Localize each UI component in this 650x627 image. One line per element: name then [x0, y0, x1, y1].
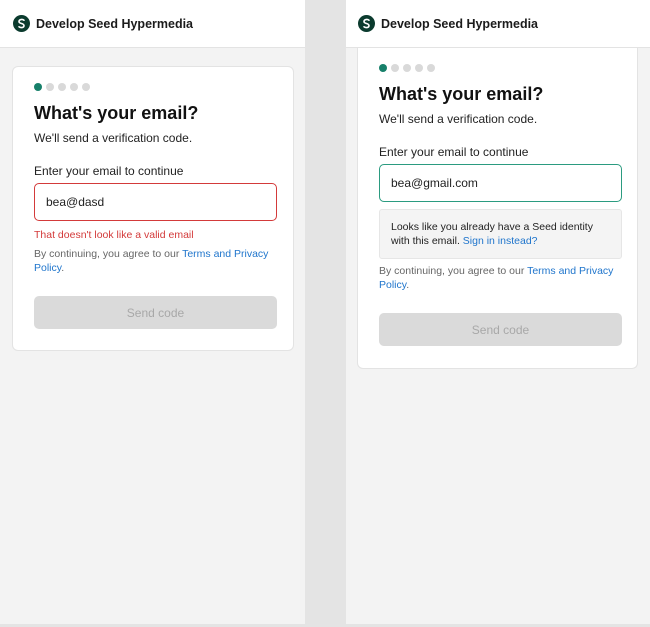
existing-identity-notice: Looks like you already have a Seed ident… [379, 209, 622, 259]
sign-in-link[interactable]: Sign in instead? [463, 235, 538, 247]
app-header: Develop Seed Hypermedia [346, 0, 650, 48]
step-dot [391, 64, 399, 72]
email-field-label: Enter your email to continue [34, 164, 184, 178]
step-dot-active [379, 64, 387, 72]
page-subtitle: We'll send a verification code. [34, 131, 193, 145]
email-input[interactable] [379, 164, 622, 202]
page-subtitle: We'll send a verification code. [379, 112, 538, 126]
terms-suffix: . [406, 279, 410, 291]
step-dot [415, 64, 423, 72]
seed-logo-icon [13, 15, 30, 32]
step-dot [82, 83, 90, 91]
step-dot [58, 83, 66, 91]
step-indicator [379, 64, 435, 72]
step-dot [46, 83, 54, 91]
terms-notice: By continuing, you agree to our Terms an… [34, 247, 274, 275]
step-dot [427, 64, 435, 72]
email-input[interactable] [34, 183, 277, 221]
email-error-message: That doesn't look like a valid email [34, 229, 194, 241]
terms-prefix: By continuing, you agree to our [379, 265, 528, 277]
brand-name: Develop Seed Hypermedia [36, 16, 194, 31]
seed-logo-icon [358, 15, 375, 32]
email-field-label: Enter your email to continue [379, 145, 529, 159]
step-dot-active [34, 83, 42, 91]
signup-panel-existing: Develop Seed Hypermedia What's your emai… [346, 0, 650, 624]
send-code-button[interactable]: Send code [379, 313, 622, 346]
email-card: What's your email? We'll send a verifica… [357, 48, 638, 369]
send-code-button[interactable]: Send code [34, 296, 277, 329]
terms-notice: By continuing, you agree to our Terms an… [379, 264, 619, 292]
step-dot [403, 64, 411, 72]
app-header: Develop Seed Hypermedia [0, 0, 305, 48]
page-title: What's your email? [379, 84, 544, 104]
step-indicator [34, 83, 90, 91]
signup-panel-invalid: Develop Seed Hypermedia What's your emai… [0, 0, 305, 624]
page-title: What's your email? [34, 103, 199, 123]
brand-name: Develop Seed Hypermedia [381, 16, 539, 31]
step-dot [70, 83, 78, 91]
terms-suffix: . [61, 262, 65, 274]
email-card: What's your email? We'll send a verifica… [12, 66, 294, 351]
terms-prefix: By continuing, you agree to our [34, 248, 183, 260]
